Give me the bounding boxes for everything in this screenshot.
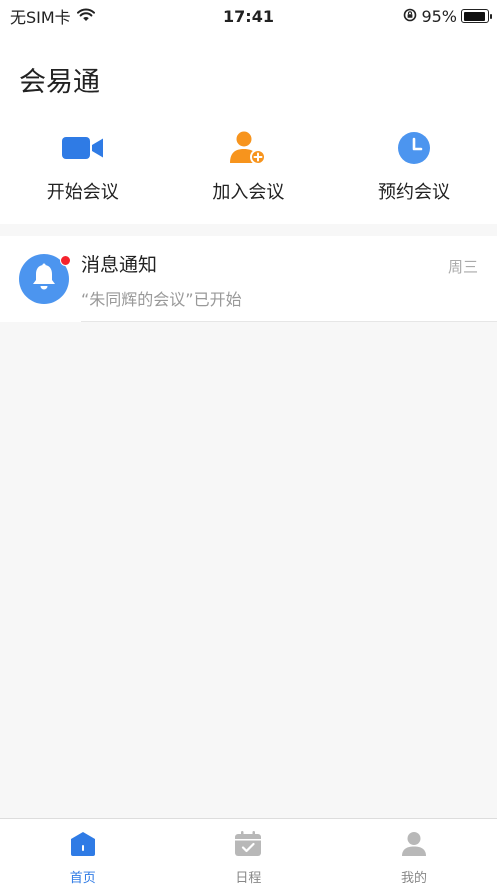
tab-schedule[interactable]: 日程 xyxy=(166,819,332,885)
page-title: 会易通 xyxy=(19,67,100,98)
tab-schedule-label: 日程 xyxy=(235,871,262,885)
tab-bar: 首页 日程 我的 xyxy=(0,818,497,885)
quick-actions: 开始会议 加入会议 预约会议 xyxy=(0,128,497,204)
battery-icon xyxy=(461,9,492,23)
schedule-meeting-button[interactable]: 预约会议 xyxy=(331,128,497,204)
start-meeting-button[interactable]: 开始会议 xyxy=(0,128,166,204)
join-meeting-label: 加入会议 xyxy=(212,182,285,203)
home-icon xyxy=(69,831,97,861)
message-title: 消息通知 xyxy=(81,254,158,276)
start-meeting-label: 开始会议 xyxy=(46,182,119,203)
status-bar: 无SIM卡 17:41 95% xyxy=(0,0,497,32)
avatar xyxy=(19,254,71,304)
profile-icon xyxy=(400,831,428,861)
message-subtitle: “朱同辉的会议”已开始 xyxy=(81,290,242,309)
tab-home-label: 首页 xyxy=(69,871,96,885)
add-user-icon xyxy=(226,128,270,168)
home-header: 会易通 开始会议 加入会议 预约会议 xyxy=(0,32,497,224)
divider xyxy=(81,321,497,322)
clock-icon xyxy=(392,128,436,168)
battery-percent: 95% xyxy=(421,6,457,26)
video-camera-icon xyxy=(61,128,105,168)
status-right: 95% xyxy=(403,6,492,26)
schedule-meeting-label: 预约会议 xyxy=(377,182,450,203)
tab-home[interactable]: 首页 xyxy=(0,819,166,885)
carrier-label: 无SIM卡 xyxy=(10,8,71,27)
tab-profile[interactable]: 我的 xyxy=(331,819,497,885)
bell-icon xyxy=(31,263,57,295)
calendar-icon xyxy=(234,831,262,861)
join-meeting-button[interactable]: 加入会议 xyxy=(166,128,332,204)
list-item-notification[interactable]: 消息通知 “朱同辉的会议”已开始 周三 xyxy=(0,236,497,322)
rotation-lock-icon xyxy=(403,7,417,26)
tab-profile-label: 我的 xyxy=(400,871,427,885)
wifi-icon xyxy=(76,7,95,26)
battery-level xyxy=(463,11,486,21)
message-time: 周三 xyxy=(447,258,478,276)
status-left: 无SIM卡 xyxy=(10,4,95,28)
app-screen: 无SIM卡 17:41 95% 会易通 开始会议 加入会议 预约会议 消息通知 … xyxy=(0,0,497,885)
message-list: 消息通知 “朱同辉的会议”已开始 周三 xyxy=(0,236,497,322)
unread-dot xyxy=(60,255,71,266)
